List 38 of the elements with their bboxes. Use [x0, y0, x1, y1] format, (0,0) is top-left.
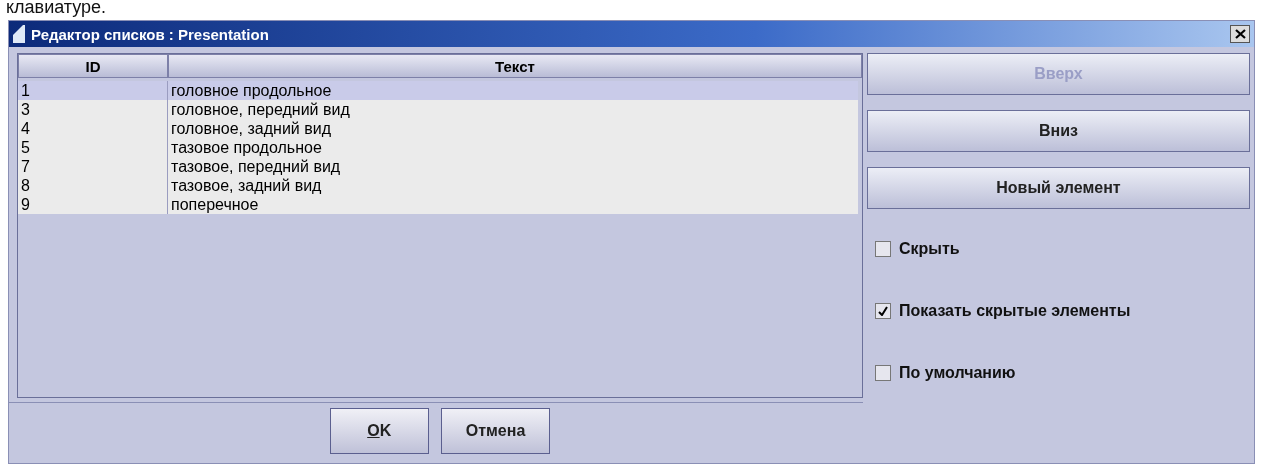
checkbox-label: Скрыть	[899, 240, 960, 258]
checkbox[interactable]	[875, 365, 891, 381]
dialog-button[interactable]: Отмена	[440, 408, 551, 454]
text-cell: головное, передний вид	[168, 100, 858, 119]
close-button[interactable]	[1230, 25, 1250, 43]
text-cell: тазовое, задний вид	[168, 176, 858, 195]
side-button[interactable]: Новый элемент	[867, 167, 1250, 209]
text-cell: поперечное	[168, 195, 858, 214]
table-row[interactable]: 1 головное продольное	[18, 81, 858, 100]
id-cell: 7	[18, 157, 168, 176]
table-row[interactable]: 4 головное, задний вид	[18, 119, 858, 138]
dialog-button[interactable]: OK	[329, 408, 429, 454]
text-cell: тазовое продольное	[168, 138, 858, 157]
text-cell: головное продольное	[168, 81, 858, 100]
table-row[interactable]: 5 тазовое продольное	[18, 138, 858, 157]
column-header[interactable]: Текст	[168, 54, 862, 78]
checkbox-label: Показать скрытые элементы	[899, 302, 1131, 320]
checkbox[interactable]	[875, 303, 891, 319]
column-header[interactable]: ID	[18, 54, 168, 78]
text-cell: головное, задний вид	[168, 119, 858, 138]
table-row[interactable]: 7 тазовое, передний вид	[18, 157, 858, 176]
table-row[interactable]: 9 поперечное	[18, 195, 858, 214]
table-row[interactable]: 8 тазовое, задний вид	[18, 176, 858, 195]
id-cell: 4	[18, 119, 168, 138]
checkbox[interactable]	[875, 241, 891, 257]
id-cell: 5	[18, 138, 168, 157]
close-icon	[1234, 29, 1246, 39]
table-row[interactable]: 3 головное, передний вид	[18, 100, 858, 119]
id-cell: 3	[18, 100, 168, 119]
window-title: Редактор списков : Presentation	[31, 25, 270, 43]
checkbox-label: По умолчанию	[899, 364, 1016, 382]
app-icon	[13, 25, 25, 43]
caption-text: клавиатуре.	[5, 0, 108, 19]
id-cell: 1	[18, 81, 168, 100]
text-cell: тазовое, передний вид	[168, 157, 858, 176]
id-cell: 9	[18, 195, 168, 214]
id-cell: 8	[18, 176, 168, 195]
side-button[interactable]: Вниз	[867, 110, 1250, 152]
